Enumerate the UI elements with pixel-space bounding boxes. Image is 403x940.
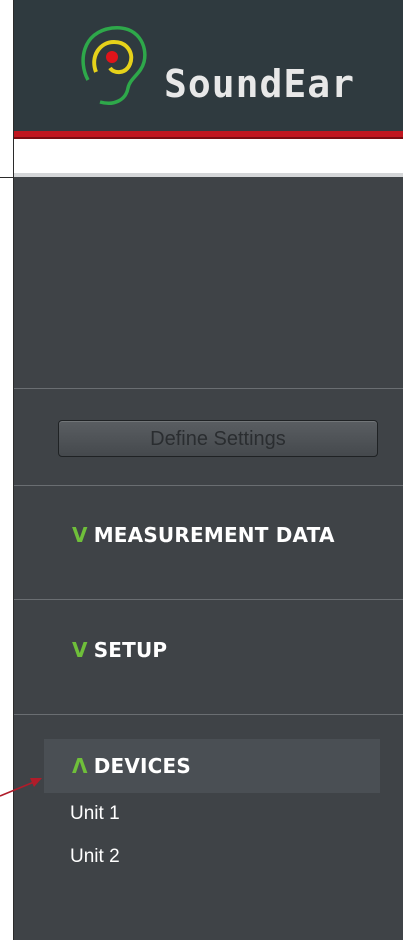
pointer-arrow-icon	[0, 778, 42, 797]
section-label: MEASUREMENT DATA	[93, 523, 335, 547]
divider	[14, 599, 403, 600]
ear-icon	[81, 26, 147, 105]
divider	[14, 714, 403, 715]
header-separator	[14, 173, 403, 177]
section-setup[interactable]: V SETUP	[72, 638, 167, 662]
chevron-up-icon: Λ	[72, 754, 88, 778]
device-item-unit-2[interactable]: Unit 2	[70, 846, 120, 868]
app-header: SoundEar	[14, 0, 403, 131]
section-label: DEVICES	[93, 754, 192, 778]
header-strip	[14, 139, 403, 173]
divider	[14, 485, 403, 486]
section-devices[interactable]: Λ DEVICES	[72, 754, 191, 778]
device-item-unit-1[interactable]: Unit 1	[70, 803, 120, 825]
chevron-down-icon: V	[72, 523, 88, 547]
section-measurement-data[interactable]: V MEASUREMENT DATA	[72, 523, 335, 547]
section-label: SETUP	[93, 638, 168, 662]
sidebar: SoundEar Define Settings V MEASUREMENT DA…	[14, 0, 403, 940]
frame-border-tick	[0, 177, 14, 178]
define-settings-button[interactable]: Define Settings	[58, 420, 378, 457]
chevron-down-icon: V	[72, 638, 88, 662]
divider	[14, 388, 403, 389]
brand-name: SoundEar	[164, 62, 356, 106]
